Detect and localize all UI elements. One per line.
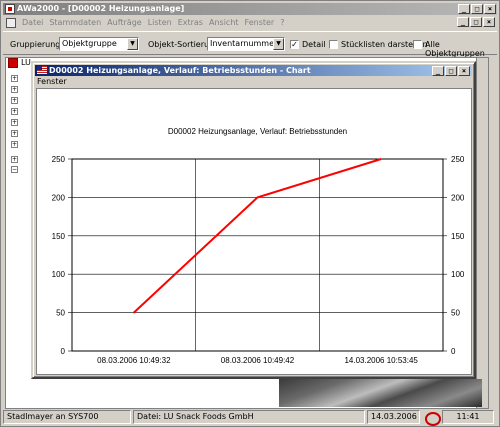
- chart-close-button[interactable]: ×: [458, 66, 470, 76]
- app-icon: [5, 4, 15, 14]
- data-point: [133, 311, 135, 314]
- chart-plot-area: D00002 Heizungsanlage, Verlauf: Betriebs…: [36, 88, 472, 375]
- menu-bar: Datei Stammdaten Aufträge Listen Extras …: [3, 16, 497, 29]
- tree-expand-icon[interactable]: +: [11, 141, 18, 148]
- menu-datei[interactable]: Datei: [19, 18, 46, 27]
- y-tick-label-right: 0: [451, 347, 456, 356]
- object-photo: [279, 379, 482, 407]
- data-point: [256, 196, 259, 199]
- tree-expand-icon[interactable]: +: [11, 108, 18, 115]
- menu-stammdaten[interactable]: Stammdaten: [46, 18, 104, 27]
- y-tick-label-left: 150: [52, 232, 66, 241]
- tree-expand-icon[interactable]: +: [11, 119, 18, 126]
- mdi-close-button[interactable]: ×: [483, 17, 495, 27]
- tree-expand-icon[interactable]: +: [11, 75, 18, 82]
- y-tick-label-right: 100: [451, 270, 465, 279]
- minimize-button[interactable]: _: [458, 4, 470, 14]
- menu-help[interactable]: ?: [277, 18, 287, 27]
- tree-collapse-icon[interactable]: −: [11, 166, 18, 173]
- y-tick-label-left: 250: [52, 155, 66, 164]
- mdi-restore-button[interactable]: □: [470, 17, 482, 27]
- status-indicator-icon: [425, 411, 441, 426]
- tree-root-icon: [8, 58, 18, 68]
- chart-minimize-button[interactable]: _: [432, 66, 444, 76]
- chart-maximize-button[interactable]: □: [445, 66, 457, 76]
- tree-expand-icon[interactable]: +: [11, 86, 18, 93]
- sortierung-select[interactable]: Inventarnummer ▼: [207, 37, 285, 51]
- x-tick-label: 14.03.2006 10:53:45: [344, 356, 418, 365]
- vertical-scrollbar[interactable]: [476, 58, 488, 408]
- gruppierung-label: Gruppierung: [10, 40, 61, 49]
- close-button[interactable]: ×: [484, 4, 496, 14]
- detail-checkbox[interactable]: ✓: [290, 40, 299, 49]
- status-user: Stadlmayer an SYS700: [3, 410, 131, 424]
- sortierung-value: Inventarnummer: [210, 39, 278, 48]
- x-tick-label: 08.03.2006 10:49:42: [221, 356, 295, 365]
- y-tick-label-right: 150: [451, 232, 465, 241]
- menu-ansicht[interactable]: Ansicht: [206, 18, 242, 27]
- y-tick-label-right: 200: [451, 193, 465, 202]
- flag-icon: [37, 66, 47, 74]
- alle-objektgruppen-label: Alle Objektgruppen: [425, 40, 485, 58]
- y-tick-label-left: 50: [56, 309, 65, 318]
- stuecklisten-checkbox[interactable]: [329, 40, 338, 49]
- chart-window: D00002 Heizungsanlage, Verlauf: Betriebs…: [31, 61, 476, 379]
- status-bar: Stadlmayer an SYS700 Datei: LU Snack Foo…: [3, 410, 497, 426]
- tree-expand-icon[interactable]: +: [11, 130, 18, 137]
- status-date: 14.03.2006: [367, 410, 420, 424]
- y-tick-label-right: 50: [451, 309, 460, 318]
- x-tick-label: 08.03.2006 10:49:32: [97, 356, 171, 365]
- main-titlebar[interactable]: AWa2000 - [D00002 Heizungsanlage] _ □ ×: [3, 3, 497, 15]
- chevron-down-icon[interactable]: ▼: [273, 38, 284, 50]
- line-chart: D00002 Heizungsanlage, Verlauf: Betriebs…: [52, 127, 465, 365]
- chevron-down-icon[interactable]: ▼: [127, 38, 138, 50]
- plot-frame: [71, 158, 444, 352]
- y-tick-label-left: 0: [61, 347, 66, 356]
- mdi-child-icon[interactable]: [6, 17, 16, 28]
- chart-title: D00002 Heizungsanlage, Verlauf: Betriebs…: [168, 127, 347, 136]
- menu-auftraege[interactable]: Aufträge: [104, 18, 145, 27]
- tree-expand-icon[interactable]: +: [11, 97, 18, 104]
- chart-window-titlebar[interactable]: D00002 Heizungsanlage, Verlauf: Betriebs…: [35, 65, 472, 76]
- y-tick-label-left: 200: [52, 193, 66, 202]
- status-file: Datei: LU Snack Foods GmbH: [133, 410, 365, 424]
- detail-label: Detail: [302, 40, 326, 49]
- window-title: AWa2000 - [D00002 Heizungsanlage]: [17, 4, 185, 13]
- y-tick-label-left: 100: [52, 270, 66, 279]
- status-time: 11:41: [442, 410, 494, 424]
- chart-menu-fenster[interactable]: Fenster: [37, 77, 67, 87]
- alle-objektgruppen-checkbox[interactable]: [413, 40, 422, 49]
- gruppierung-select[interactable]: Objektgruppe ▼: [59, 37, 139, 51]
- main-window: AWa2000 - [D00002 Heizungsanlage] _ □ × …: [0, 0, 500, 427]
- tree-expand-icon[interactable]: +: [11, 156, 18, 163]
- data-point: [380, 158, 382, 160]
- maximize-button[interactable]: □: [471, 4, 483, 14]
- chart-window-title: D00002 Heizungsanlage, Verlauf: Betriebs…: [49, 66, 311, 75]
- menu-listen[interactable]: Listen: [145, 18, 175, 27]
- filter-toolbar: Gruppierung Objektgruppe ▼ Objekt-Sortie…: [3, 31, 497, 58]
- menu-extras[interactable]: Extras: [175, 18, 206, 27]
- menu-fenster[interactable]: Fenster: [242, 18, 278, 27]
- y-tick-label-right: 250: [451, 155, 465, 164]
- gruppierung-value: Objektgruppe: [62, 39, 117, 48]
- mdi-minimize-button[interactable]: _: [457, 17, 469, 27]
- tree-root-label[interactable]: LU: [21, 58, 31, 67]
